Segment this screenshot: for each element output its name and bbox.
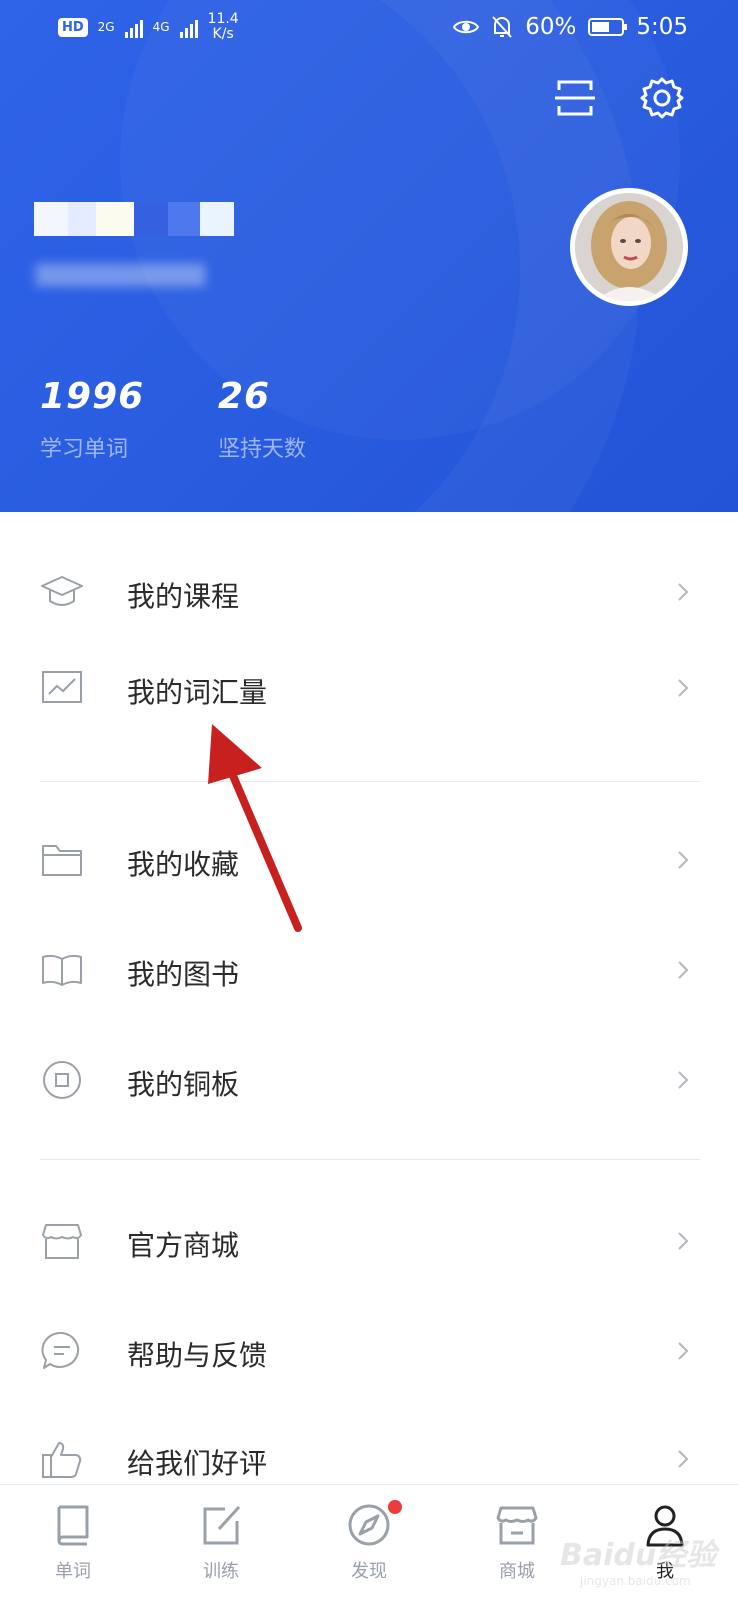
user-id-blurred: ▇▇▇▇▇▇▇▇▇▇	[36, 262, 206, 287]
tab-label: 发现	[351, 1561, 387, 1582]
chevron-right-icon	[678, 961, 689, 979]
menu-item-label: 我的铜板	[127, 1068, 240, 1101]
mute-bell-icon	[492, 16, 512, 38]
network-type: 4G	[152, 20, 170, 34]
battery-icon	[588, 18, 628, 36]
menu-item-label: 我的图书	[127, 958, 240, 991]
edit-icon	[203, 1505, 241, 1545]
graduation-cap-icon	[41, 576, 83, 606]
tab-words[interactable]: 单词	[18, 1485, 128, 1600]
menu-item-help-feedback[interactable]: 帮助与反馈	[0, 1306, 738, 1396]
watermark: Baidu经验 jingyan.baidu.com	[560, 1538, 717, 1588]
scan-icon[interactable]	[553, 76, 597, 120]
menu-item-label: 帮助与反馈	[127, 1339, 268, 1372]
network-type: 2G	[97, 20, 115, 34]
chevron-right-icon	[678, 583, 689, 601]
menu-item-label: 官方商城	[127, 1229, 240, 1262]
divider	[40, 781, 700, 782]
status-bar: HD 2G 4G 11.4 K/s 60% 5:05	[0, 0, 738, 56]
book-icon	[57, 1505, 89, 1546]
stat-value: 1996	[40, 376, 145, 417]
shop-icon	[496, 1506, 538, 1545]
menu-item-vocabulary[interactable]: 我的词汇量	[0, 643, 738, 733]
avatar[interactable]	[570, 188, 688, 306]
tab-label: 商城	[499, 1561, 535, 1582]
signal-icon	[124, 16, 143, 38]
tab-discover[interactable]: 发现	[314, 1485, 424, 1600]
tab-shop[interactable]: 商城	[462, 1485, 572, 1600]
store-icon	[42, 1224, 82, 1259]
signal-icon	[179, 16, 198, 38]
menu-item-label: 我的词汇量	[127, 676, 268, 709]
battery-percent: 60%	[525, 14, 577, 40]
chevron-right-icon	[678, 1071, 689, 1089]
tab-training[interactable]: 训练	[166, 1485, 276, 1600]
compass-icon	[348, 1504, 390, 1546]
menu-item-favorites[interactable]: 我的收藏	[0, 815, 738, 905]
stat-value: 26	[218, 376, 271, 417]
chevron-right-icon	[678, 1450, 689, 1468]
tab-label: 训练	[203, 1561, 239, 1582]
thumbs-up-icon	[42, 1442, 82, 1478]
stat-streak-days: 26 坚持天数	[218, 376, 306, 463]
folder-icon	[42, 845, 82, 876]
divider	[40, 1159, 700, 1160]
chevron-right-icon	[678, 1342, 689, 1360]
hd-badge: HD	[58, 17, 88, 37]
chevron-right-icon	[678, 1232, 689, 1250]
chevron-right-icon	[678, 851, 689, 869]
username-blurred	[34, 202, 234, 236]
network-speed: 11.4 K/s	[207, 11, 239, 42]
stat-learned-words: 1996 学习单词	[40, 376, 144, 463]
eye-icon	[453, 20, 480, 34]
menu-item-books[interactable]: 我的图书	[0, 925, 738, 1015]
chart-icon	[42, 671, 82, 703]
notification-dot	[388, 1500, 402, 1514]
book-open-icon	[42, 954, 82, 986]
menu-item-courses[interactable]: 我的课程	[0, 547, 738, 637]
chevron-right-icon	[678, 679, 689, 697]
feedback-icon	[41, 1331, 80, 1369]
menu-item-label: 我的课程	[127, 580, 240, 613]
stat-label: 学习单词	[40, 437, 129, 462]
profile-header: HD 2G 4G 11.4 K/s 60% 5:05 ▇▇▇▇▇▇▇▇▇▇ 19…	[0, 0, 738, 512]
gear-icon[interactable]	[640, 76, 684, 120]
coin-icon	[43, 1061, 81, 1099]
clock: 5:05	[636, 14, 688, 40]
menu-item-coins[interactable]: 我的铜板	[0, 1035, 738, 1125]
menu-item-label: 给我们好评	[127, 1447, 268, 1480]
menu-item-official-store[interactable]: 官方商城	[0, 1196, 738, 1286]
tab-label: 单词	[55, 1561, 91, 1582]
stat-label: 坚持天数	[218, 437, 307, 462]
menu-item-label: 我的收藏	[127, 848, 240, 881]
